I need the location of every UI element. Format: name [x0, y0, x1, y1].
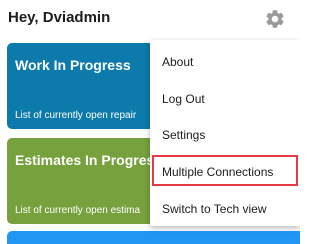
menu-item-multiple-connections[interactable]: Multiple Connections [162, 165, 273, 179]
card-title: Estimates In Progress [15, 152, 163, 168]
gear-icon[interactable] [264, 8, 286, 30]
menu-item-log-out[interactable]: Log Out [162, 92, 205, 106]
third-card[interactable] [7, 231, 300, 244]
greeting-text: Hey, Dviadmin [8, 9, 111, 26]
overflow-menu: About Log Out Settings Multiple Connecti… [150, 40, 300, 226]
menu-item-settings[interactable]: Settings [162, 128, 205, 142]
card-description: List of currently open repair [15, 110, 137, 121]
card-description: List of currently open estima [15, 205, 141, 216]
menu-item-switch-to-tech-view[interactable]: Switch to Tech view [162, 202, 267, 216]
card-title: Work In Progress [15, 57, 131, 73]
dashboard-screen: Hey, Dviadmin Work In Progress List of c… [0, 0, 300, 244]
menu-item-about[interactable]: About [162, 55, 193, 69]
